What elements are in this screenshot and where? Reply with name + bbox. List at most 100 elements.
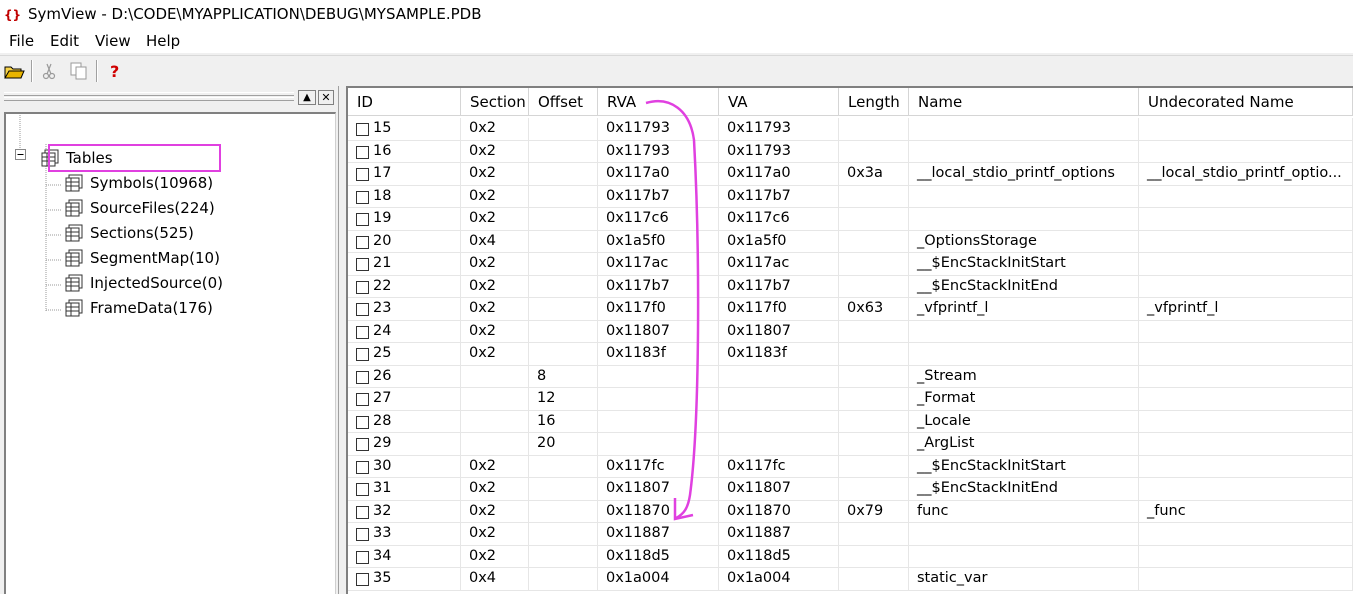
- table-cell-section: 0x2: [461, 163, 529, 186]
- table-row[interactable]: 33 0x2 0x11887 0x11887: [348, 523, 1353, 546]
- column-header-id[interactable]: ID: [348, 88, 461, 116]
- table-cell-offset: [529, 253, 598, 276]
- row-checkbox[interactable]: [356, 573, 369, 586]
- tree-node-label: InjectedSource(0): [90, 274, 223, 292]
- table-cell-id: 21: [348, 253, 461, 276]
- table-row[interactable]: 19 0x2 0x117c6 0x117c6: [348, 208, 1353, 231]
- pane-close-button[interactable]: ✕: [318, 90, 334, 105]
- cell-text: 0x79: [847, 502, 884, 519]
- row-checkbox[interactable]: [356, 280, 369, 294]
- cell-text: 19: [373, 210, 392, 226]
- table-cell-length: [839, 275, 909, 298]
- cell-text: 26: [373, 367, 392, 384]
- copy-icon[interactable]: [68, 60, 90, 82]
- column-header-undecorated-name[interactable]: Undecorated Name: [1139, 88, 1353, 116]
- row-checkbox[interactable]: [356, 483, 369, 496]
- table-cell-section: 0x2: [461, 208, 529, 231]
- table-row[interactable]: 24 0x2 0x11807 0x11807: [348, 320, 1353, 343]
- table-row[interactable]: 30 0x2 0x117fc 0x117fc __$EncStackInitStart: [348, 455, 1353, 478]
- row-checkbox[interactable]: [356, 190, 369, 204]
- row-checkbox[interactable]: [356, 303, 369, 316]
- cell-text: 0x1183f: [606, 345, 666, 361]
- table-row[interactable]: 18 0x2 0x117b7 0x117b7: [348, 185, 1353, 208]
- tree-pane: ▲ ✕ Tables Symbols(10968) SourceFiles(22…: [0, 86, 345, 594]
- menu-help[interactable]: Help: [146, 32, 180, 50]
- row-checkbox[interactable]: [356, 123, 369, 136]
- table-row[interactable]: 28 16 _Locale: [348, 410, 1353, 433]
- symbols-table[interactable]: ID Section Offset RVA VA Length Name Undecorate…: [346, 86, 1353, 594]
- table-row[interactable]: 15 0x2 0x11793 0x11793: [348, 118, 1353, 141]
- table-row[interactable]: 21 0x2 0x117ac 0x117ac __$EncStackInitStart: [348, 253, 1353, 276]
- cell-text: 0x4: [469, 232, 497, 249]
- row-checkbox[interactable]: [356, 393, 369, 406]
- table-row[interactable]: 31 0x2 0x11807 0x11807 __$EncStackInitEnd: [348, 478, 1353, 501]
- table-row[interactable]: 16 0x2 0x11793 0x11793: [348, 140, 1353, 163]
- column-header-offset[interactable]: Offset: [529, 88, 598, 116]
- table-cell-va: 0x11793: [719, 140, 839, 163]
- table-cell-va: [719, 365, 839, 388]
- pane-gripper[interactable]: [4, 92, 294, 96]
- table-cell-undecorated-name: [1139, 478, 1353, 501]
- table-cell-rva: [598, 410, 719, 433]
- table-row[interactable]: 26 8 _Stream: [348, 365, 1353, 388]
- cell-text: 0x117a0: [727, 165, 791, 181]
- table-cell-name: _Stream: [909, 365, 1139, 388]
- table-cell-undecorated-name: [1139, 410, 1353, 433]
- table-cell-section: 0x2: [461, 478, 529, 501]
- cell-text: 0x117c6: [606, 210, 669, 226]
- row-checkbox[interactable]: [356, 460, 369, 474]
- table-row[interactable]: 32 0x2 0x11870 0x11870 0x79 func _func: [348, 500, 1353, 523]
- row-checkbox[interactable]: [356, 213, 369, 226]
- table-row[interactable]: 22 0x2 0x117b7 0x117b7 __$EncStackInitEnd: [348, 275, 1353, 298]
- cell-text: 30: [373, 457, 392, 474]
- pane-gripper[interactable]: [4, 97, 294, 101]
- open-folder-icon[interactable]: [3, 60, 25, 82]
- menu-view[interactable]: View: [95, 32, 131, 50]
- table-cell-rva: 0x1183f: [598, 343, 719, 366]
- row-checkbox[interactable]: [356, 168, 369, 181]
- column-header-section[interactable]: Section: [461, 88, 529, 116]
- table-row[interactable]: 29 20 _ArgList: [348, 433, 1353, 456]
- row-checkbox[interactable]: [356, 528, 369, 541]
- column-header-rva[interactable]: RVA: [598, 88, 719, 116]
- tables-tree[interactable]: Tables Symbols(10968) SourceFiles(224) S…: [4, 112, 336, 594]
- menu-edit[interactable]: Edit: [50, 32, 79, 50]
- row-checkbox[interactable]: [356, 415, 369, 429]
- cell-text: static_var: [917, 570, 988, 586]
- column-header-length[interactable]: Length: [839, 88, 909, 116]
- app-icon: {}: [4, 8, 21, 22]
- menu-file[interactable]: File: [9, 32, 34, 50]
- cell-text: 0x2: [469, 120, 497, 136]
- table-cell-offset: [529, 523, 598, 546]
- table-row[interactable]: 23 0x2 0x117f0 0x117f0 0x63 _vfprintf_l _vfpri…: [348, 298, 1353, 321]
- table-icon: [65, 274, 83, 292]
- table-cell-va: 0x11887: [719, 523, 839, 546]
- help-icon[interactable]: ?: [103, 60, 125, 82]
- table-row[interactable]: 20 0x4 0x1a5f0 0x1a5f0 _OptionsStorage: [348, 230, 1353, 253]
- row-checkbox[interactable]: [356, 348, 369, 361]
- cut-icon[interactable]: [38, 60, 60, 82]
- pane-minimize-button[interactable]: ▲: [298, 90, 316, 105]
- table-row[interactable]: 34 0x2 0x118d5 0x118d5: [348, 545, 1353, 568]
- row-checkbox[interactable]: [356, 550, 369, 564]
- row-checkbox[interactable]: [356, 325, 369, 339]
- row-checkbox[interactable]: [356, 370, 369, 384]
- pane-splitter[interactable]: [338, 86, 346, 594]
- table-row[interactable]: 35 0x4 0x1a004 0x1a004 static_var: [348, 568, 1353, 591]
- row-checkbox[interactable]: [356, 145, 369, 159]
- table-row[interactable]: 17 0x2 0x117a0 0x117a0 0x3a __local_stdio_pri…: [348, 163, 1353, 186]
- table-cell-rva: 0x117f0: [598, 298, 719, 321]
- row-checkbox[interactable]: [356, 438, 369, 451]
- cell-text: 0x117fc: [606, 457, 665, 474]
- row-checkbox[interactable]: [356, 258, 369, 271]
- tree-node-label: Sections(525): [90, 224, 194, 242]
- cell-text: 0x11870: [727, 502, 791, 519]
- row-checkbox[interactable]: [356, 235, 369, 249]
- column-header-va[interactable]: VA: [719, 88, 839, 116]
- table-row[interactable]: 25 0x2 0x1183f 0x1183f: [348, 343, 1353, 366]
- table-row[interactable]: 27 12 _Format: [348, 388, 1353, 411]
- column-header-name[interactable]: Name: [909, 88, 1139, 116]
- table-cell-undecorated-name: [1139, 230, 1353, 253]
- collapse-icon[interactable]: [15, 149, 26, 160]
- row-checkbox[interactable]: [356, 505, 369, 519]
